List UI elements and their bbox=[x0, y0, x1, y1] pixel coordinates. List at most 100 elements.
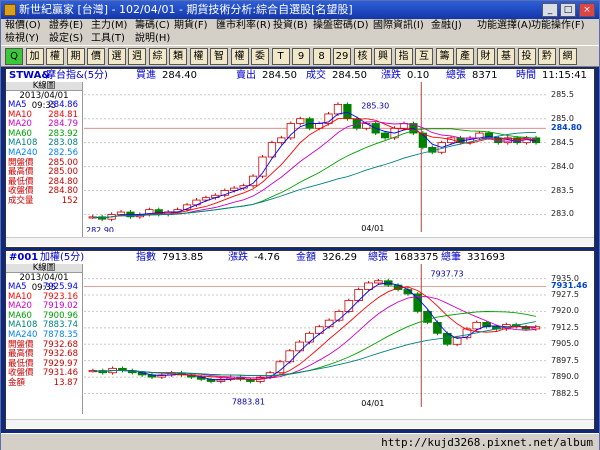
toolbar-button[interactable]: 期 bbox=[66, 48, 85, 65]
toolbar-button[interactable]: 興 bbox=[374, 48, 392, 65]
menu-item[interactable]: 籌碼(C) bbox=[135, 19, 170, 32]
toolbar-button[interactable]: 產 bbox=[456, 48, 474, 65]
high-annotation: 7937.73 bbox=[431, 270, 464, 279]
quote-field-label: 買進 bbox=[136, 70, 156, 81]
toolbar-button[interactable]: 週 bbox=[128, 48, 146, 65]
y-tick-label: 7897.5 bbox=[551, 355, 579, 365]
toolbar-button[interactable]: 智 bbox=[210, 48, 228, 65]
toolbar-button[interactable]: 8 bbox=[312, 48, 331, 65]
candle-body bbox=[116, 211, 126, 215]
current-price-tag: 7931.46 bbox=[551, 281, 588, 291]
toolbar-button[interactable]: 9 bbox=[292, 48, 310, 65]
toolbar-button[interactable]: T bbox=[271, 48, 290, 65]
menu-item[interactable]: 匯市利率(R) bbox=[216, 19, 271, 32]
toolbar-button[interactable]: 29 bbox=[333, 48, 351, 65]
y-tick-label: 7882.5 bbox=[551, 388, 579, 398]
y-tick-label: 7920.0 bbox=[551, 306, 579, 316]
toolbar-button[interactable]: 基 bbox=[497, 48, 515, 65]
toolbar-button[interactable]: 價 bbox=[87, 48, 105, 65]
futures-chart-footer bbox=[6, 237, 594, 246]
indicator-value: 152 bbox=[61, 195, 78, 206]
x-axis-date-label: 04/01 bbox=[361, 399, 384, 407]
candle-body bbox=[343, 103, 352, 120]
toolbar-button[interactable]: 網 bbox=[558, 48, 577, 65]
menu-item[interactable]: 主力(M) bbox=[91, 19, 127, 32]
candle-body bbox=[333, 103, 343, 115]
candle-body bbox=[324, 319, 334, 328]
y-tick-label: 284.5 bbox=[551, 137, 574, 147]
quote-field-value: 326.29 bbox=[322, 252, 357, 263]
quote-field-label: 成交 bbox=[306, 70, 326, 81]
quote-field-label: 指數 bbox=[136, 252, 156, 263]
menu-item[interactable]: 報價(O) bbox=[5, 19, 41, 32]
candle-body bbox=[275, 361, 285, 374]
toolbar-button[interactable]: 委 bbox=[251, 48, 269, 65]
menu-bar: 報價(O) 證券(E) 主力(M) 籌碼(C) 期貨(F) 匯市利率(R) 投資(B) 操盤密… bbox=[1, 19, 599, 45]
futures-price-axis: 285.5 285.0 284.5 284.0 283.5 283.0 284.80 bbox=[547, 82, 594, 232]
candle-body bbox=[354, 289, 363, 301]
menu-item[interactable]: 投資(B) bbox=[273, 19, 308, 32]
toolbar-button[interactable]: 黔 bbox=[538, 48, 556, 65]
quote-field-value: 7913.85 bbox=[162, 252, 204, 263]
candle-body bbox=[286, 123, 295, 139]
indicator-label: 成交量 bbox=[8, 195, 34, 206]
indicator-label: 金額 bbox=[8, 377, 26, 388]
toolbar-button[interactable]: 權 bbox=[230, 48, 249, 65]
candle-body bbox=[305, 332, 314, 343]
menu-item[interactable]: 功能操作(F) bbox=[531, 19, 585, 32]
indicator-row: 成交量 152 bbox=[6, 195, 82, 207]
moving-average-line bbox=[92, 117, 537, 219]
menu-item[interactable]: 工具(T) bbox=[91, 32, 125, 45]
toolbar-button[interactable]: 互 bbox=[415, 48, 433, 65]
candle-body bbox=[374, 280, 383, 284]
candle-body bbox=[472, 321, 482, 330]
toolbar-button[interactable]: 加 bbox=[25, 48, 44, 65]
x-axis-date-label: 04/01 bbox=[361, 224, 384, 232]
quote-field-label: 時間 bbox=[516, 70, 536, 81]
menu-item[interactable]: 國際資訊(I) bbox=[373, 19, 424, 32]
menu-item[interactable]: 功能選擇(A) bbox=[477, 19, 532, 32]
moving-average-line bbox=[92, 121, 536, 219]
toolbar-button[interactable]: 財 bbox=[476, 48, 495, 65]
futures-chart-panel: STWA& 摩台指&(5分) 買進 284.40 賣出 284.50 成交 284.50 漲跌 0… bbox=[5, 68, 595, 248]
menu-item[interactable]: 操盤密碼(D) bbox=[313, 19, 369, 32]
toolbar-button[interactable]: 綜 bbox=[148, 48, 167, 65]
candle-body bbox=[344, 300, 354, 312]
close-button[interactable]: × bbox=[579, 3, 595, 17]
menu-item[interactable]: 設定(S) bbox=[49, 32, 83, 45]
menu-item[interactable]: 檢視(Y) bbox=[5, 32, 39, 45]
quote-field-value: 331693 bbox=[467, 252, 506, 263]
toolbar-button[interactable]: Q bbox=[5, 48, 23, 65]
indicator-box-title: K線圖 bbox=[6, 264, 82, 273]
toolbar-button[interactable]: 投 bbox=[517, 48, 536, 65]
quote-field-value: -4.76 bbox=[254, 252, 280, 263]
toolbar-button[interactable]: 籌 bbox=[435, 48, 454, 65]
toolbar-button[interactable]: 指 bbox=[394, 48, 413, 65]
app-window: 新世紀贏家 [台灣] - 102/04/01 - 期貨技術分析:綜合自選股[名望… bbox=[0, 0, 600, 450]
toolbar-button[interactable]: 權 bbox=[46, 48, 64, 65]
futures-indicator-box: K線圖 2013/04/01 09:35 MA5 284.86 MA10 284.81 MA… bbox=[6, 82, 83, 240]
taiex-price-axis: 7935.0 7927.5 7920.0 7912.5 7905.0 7897.5 7890… bbox=[547, 264, 594, 407]
candle-body bbox=[381, 132, 390, 139]
toolbar-button[interactable]: 選 bbox=[107, 48, 126, 65]
quote-field-value: 284.50 bbox=[262, 70, 297, 81]
menu-item[interactable]: 期貨(F) bbox=[174, 19, 208, 32]
menu-item[interactable]: 金融(J) bbox=[431, 19, 462, 32]
toolbar-button[interactable]: 類 bbox=[169, 48, 187, 65]
minimize-button[interactable]: _ bbox=[542, 3, 558, 17]
menu-item[interactable]: 說明(H) bbox=[135, 32, 170, 45]
y-tick-label: 7890.0 bbox=[551, 372, 579, 382]
futures-candlestick-plot[interactable]: 285.30 282.90 04/01 bbox=[84, 82, 546, 232]
quote-field-value: 11:15:41 bbox=[542, 70, 587, 81]
toolbar-button[interactable]: 權 bbox=[189, 48, 208, 65]
toolbar-button[interactable]: 核 bbox=[353, 48, 372, 65]
current-price-tag: 284.80 bbox=[551, 123, 582, 133]
menu-item[interactable]: 證券(E) bbox=[49, 19, 83, 32]
low-annotation: 7883.81 bbox=[232, 398, 265, 407]
quote-field-value: 284.40 bbox=[162, 70, 197, 81]
candle-body bbox=[277, 137, 286, 144]
high-annotation: 285.30 bbox=[361, 101, 389, 110]
taiex-candlestick-plot[interactable]: 7937.73 7883.81 04/01 bbox=[84, 264, 546, 407]
quote-field-label: 金額 bbox=[296, 252, 316, 263]
maximize-button[interactable]: □ bbox=[560, 3, 576, 17]
